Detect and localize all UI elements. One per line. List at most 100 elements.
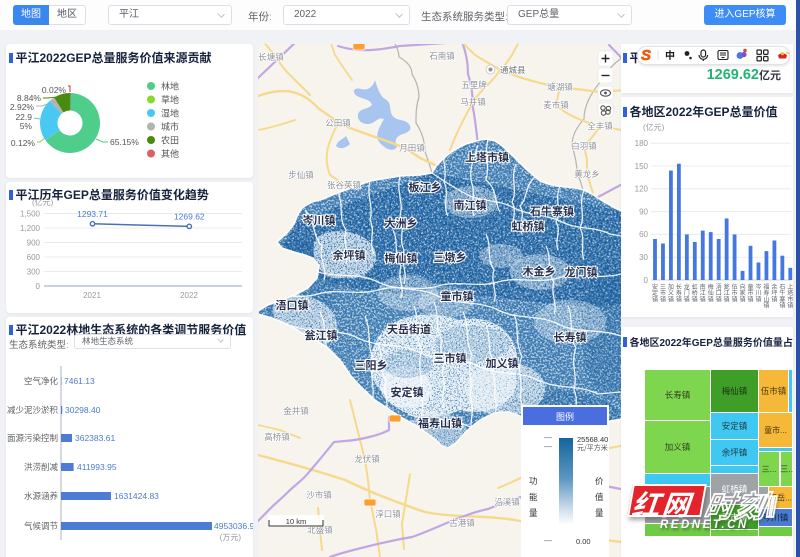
svg-text:三...: 三...	[762, 465, 777, 474]
svg-text:瓮: 瓮	[724, 283, 730, 291]
svg-text:镇: 镇	[724, 295, 730, 303]
svg-text:公田镇: 公田镇	[325, 117, 351, 129]
svg-text:镇: 镇	[652, 295, 658, 303]
svg-text:沿溪镇: 沿溪镇	[494, 496, 520, 508]
svg-text:1269.62: 1269.62	[174, 212, 205, 222]
svg-text:天岳街道: 天岳街道	[387, 321, 431, 337]
svg-text:180: 180	[635, 139, 649, 148]
svg-text:水源涵养: 水源涵养	[24, 491, 59, 501]
svg-text:4953036.9: 4953036.9	[214, 521, 253, 531]
svg-text:5%: 5%	[20, 121, 33, 131]
svg-text:能: 能	[529, 491, 538, 503]
svg-text:长塘镇: 长塘镇	[258, 51, 284, 63]
svg-text:镇: 镇	[740, 295, 746, 303]
svg-text:梅仙镇: 梅仙镇	[385, 250, 418, 266]
svg-text:安定镇: 安定镇	[722, 421, 748, 431]
svg-text:月田镇: 月田镇	[399, 142, 425, 154]
svg-text:2.92%: 2.92%	[10, 102, 35, 112]
svg-text:镇: 镇	[684, 295, 690, 303]
svg-text:1631424.83: 1631424.83	[114, 491, 159, 501]
svg-text:门: 门	[684, 289, 690, 297]
svg-text:福寿山镇: 福寿山镇	[418, 415, 462, 431]
svg-text:减少泥沙淤积: 减少泥沙淤积	[7, 405, 59, 415]
svg-text:0.00: 0.00	[576, 537, 591, 546]
svg-text:60: 60	[639, 230, 648, 239]
svg-text:白羽镇: 白羽镇	[571, 140, 597, 152]
svg-text:65.15%: 65.15%	[110, 137, 139, 147]
svg-text:淳口镇: 淳口镇	[375, 508, 401, 520]
svg-text:大洲乡: 大洲乡	[385, 215, 418, 231]
svg-text:福: 福	[763, 283, 769, 291]
svg-text:定: 定	[652, 289, 658, 297]
svg-text:余: 余	[771, 283, 777, 291]
svg-text:镇: 镇	[732, 295, 738, 303]
svg-text:—: —	[544, 433, 552, 442]
svg-text:量: 量	[595, 507, 604, 519]
svg-text:龙门镇: 龙门镇	[565, 264, 598, 280]
svg-text:山: 山	[763, 295, 769, 303]
svg-text:镇: 镇	[676, 295, 682, 303]
svg-text:量: 量	[529, 507, 538, 519]
svg-text:张谷英镇: 张谷英镇	[327, 179, 362, 191]
svg-text:三: 三	[660, 284, 666, 291]
svg-text:浯口镇: 浯口镇	[276, 297, 309, 313]
svg-text:五里牌: 五里牌	[461, 79, 487, 91]
svg-text:高桥镇: 高桥镇	[264, 431, 290, 443]
svg-text:向: 向	[740, 283, 746, 291]
svg-text:气候调节: 气候调节	[24, 521, 59, 531]
svg-text:岑川镇: 岑川镇	[303, 212, 336, 228]
svg-text:90: 90	[639, 207, 648, 216]
svg-text:长寿镇: 长寿镇	[665, 390, 691, 400]
svg-text:浯: 浯	[716, 283, 722, 291]
svg-text:镇: 镇	[708, 295, 714, 303]
svg-text:长寿镇: 长寿镇	[554, 329, 587, 345]
svg-text:童市...: 童市...	[764, 425, 787, 435]
svg-text:中: 中	[665, 47, 675, 62]
svg-text:口: 口	[716, 290, 722, 297]
svg-text:30298.40: 30298.40	[65, 405, 101, 415]
svg-text:虹桥镇: 虹桥镇	[512, 218, 545, 234]
svg-text:30: 30	[639, 253, 648, 262]
svg-text:镇: 镇	[692, 295, 698, 303]
svg-text:板江乡: 板江乡	[409, 179, 442, 195]
svg-text:镇: 镇	[700, 295, 706, 303]
svg-text:值: 值	[595, 491, 604, 503]
svg-text:—: —	[544, 536, 552, 545]
svg-text:(亿元): (亿元)	[643, 122, 665, 132]
svg-text:川: 川	[755, 290, 761, 297]
svg-text:上塔市镇: 上塔市镇	[465, 149, 509, 165]
svg-text:三墩乡: 三墩乡	[434, 249, 467, 265]
svg-text:面源污染控制: 面源污染控制	[7, 433, 58, 443]
svg-text:镇: 镇	[787, 302, 793, 310]
svg-text:镇: 镇	[716, 295, 722, 303]
svg-text:加: 加	[668, 283, 674, 291]
svg-text:三..: 三..	[780, 464, 793, 474]
svg-text:伍市镇: 伍市镇	[761, 386, 787, 396]
svg-text:市: 市	[660, 289, 666, 297]
svg-text:8.84%: 8.84%	[17, 93, 42, 103]
svg-text:岑: 岑	[755, 283, 761, 291]
svg-text:家: 家	[740, 289, 746, 297]
svg-text:梅仙镇: 梅仙镇	[722, 386, 748, 396]
svg-text:S: S	[641, 47, 651, 64]
svg-text:寿: 寿	[676, 289, 682, 297]
svg-text:10 km: 10 km	[286, 517, 306, 526]
svg-text:余坪镇: 余坪镇	[722, 448, 748, 458]
svg-text:市: 市	[747, 289, 753, 297]
svg-text:童: 童	[747, 283, 753, 291]
svg-text:全丰镇: 全丰镇	[587, 120, 613, 132]
svg-text:石牛寨镇: 石牛寨镇	[530, 203, 574, 219]
svg-text:瓮江镇: 瓮江镇	[305, 327, 338, 343]
svg-text:南江镇: 南江镇	[454, 197, 487, 213]
svg-text:寨: 寨	[779, 295, 785, 303]
svg-text:义: 义	[668, 290, 674, 297]
svg-text:2022: 2022	[180, 291, 198, 300]
svg-text:0: 0	[36, 282, 41, 291]
svg-text:镇: 镇	[779, 302, 785, 310]
svg-text:石南镇: 石南镇	[429, 50, 455, 62]
svg-text:安: 安	[652, 283, 658, 291]
svg-text:600: 600	[27, 253, 41, 262]
svg-text:镇: 镇	[771, 295, 777, 303]
svg-text:牛: 牛	[779, 289, 785, 297]
svg-text:麦市镇: 麦市镇	[543, 99, 569, 111]
